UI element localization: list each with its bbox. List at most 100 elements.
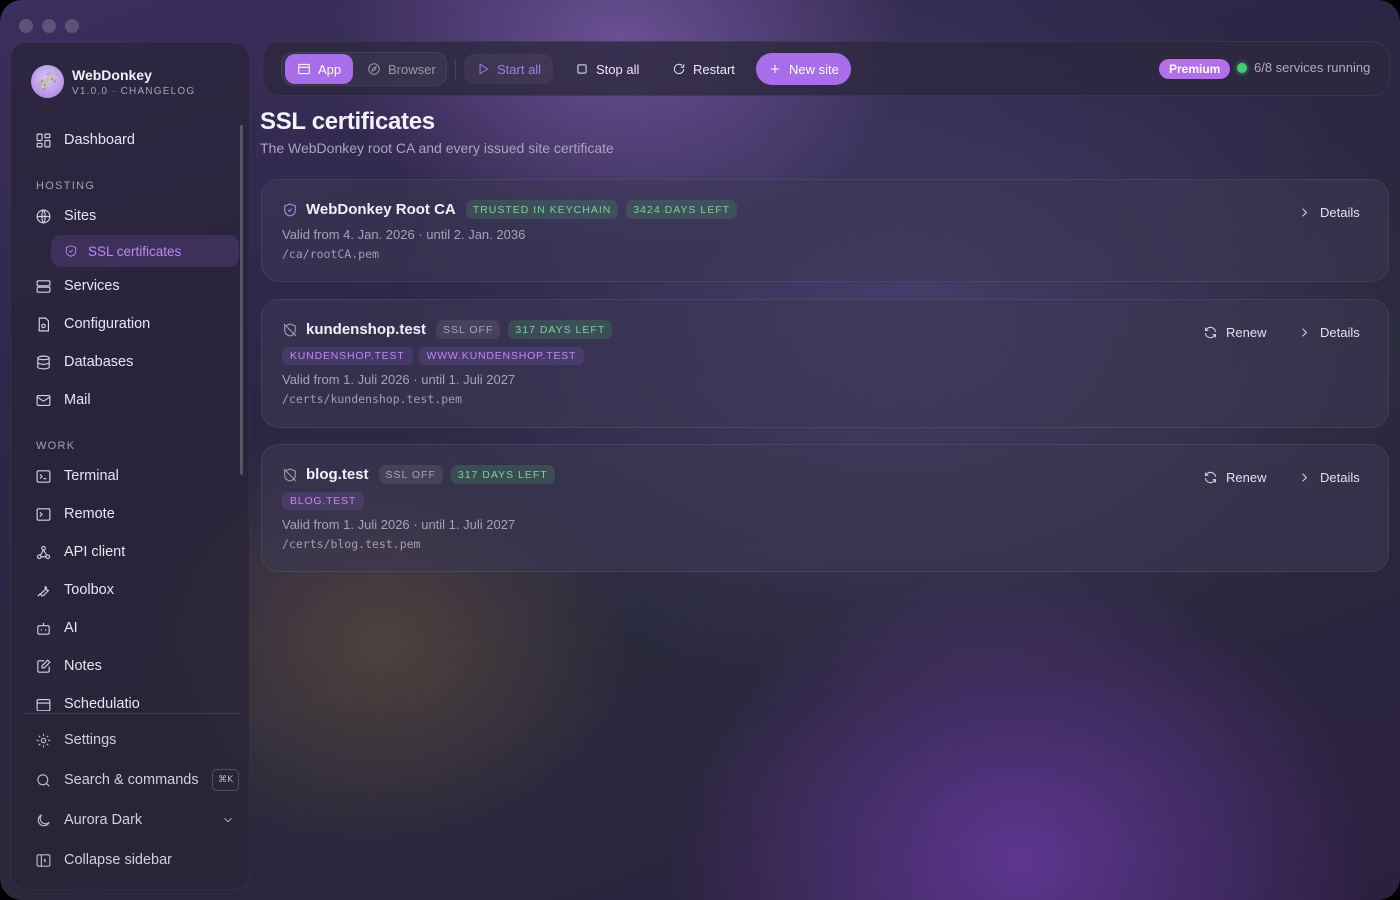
details-button[interactable]: Details bbox=[1297, 205, 1360, 220]
chevron-right-icon bbox=[1302, 328, 1308, 337]
cert-header: WebDonkey Root CA TRUSTED IN KEYCHAIN 34… bbox=[282, 200, 738, 219]
settings-button[interactable]: Settings bbox=[25, 720, 239, 760]
status-dot-icon bbox=[1237, 62, 1247, 73]
sidebar-item-databases[interactable]: Databases bbox=[25, 343, 239, 381]
sidebar-item-label: Remote bbox=[64, 506, 115, 522]
days-left-badge: 317 DAYS LEFT bbox=[450, 465, 555, 484]
details-button[interactable]: Details bbox=[1297, 325, 1360, 340]
theme-label: Aurora Dark bbox=[64, 812, 143, 828]
dashboard-icon bbox=[36, 133, 51, 147]
search-label: Search & commands bbox=[64, 772, 199, 788]
services-status-label: 6/8 services running bbox=[1254, 60, 1371, 75]
rotate-icon bbox=[673, 63, 685, 75]
collapse-sidebar-button[interactable]: Collapse sidebar bbox=[25, 840, 239, 880]
section-label-work: WORK bbox=[36, 440, 76, 452]
sidebar-nav: Dashboard HOSTING Sites SSL certificates… bbox=[25, 121, 239, 711]
cert-name: kundenshop.test bbox=[306, 321, 427, 338]
restart-button[interactable]: Restart bbox=[660, 54, 747, 84]
stop-all-button[interactable]: Stop all bbox=[563, 54, 651, 84]
settings-label: Settings bbox=[64, 732, 117, 748]
sidebar-item-label: API client bbox=[64, 544, 126, 560]
globe-icon bbox=[36, 209, 51, 223]
bot-icon bbox=[37, 622, 50, 635]
remote-terminal-icon bbox=[36, 507, 51, 521]
details-label: Details bbox=[1320, 325, 1360, 340]
services-status[interactable]: 6/8 services running bbox=[1237, 60, 1370, 75]
ssl-status-badge: SSL OFF bbox=[436, 320, 501, 339]
moon-icon bbox=[37, 813, 50, 826]
cert-validity: Valid from 4. Jan. 2026 · until 2. Jan. … bbox=[282, 227, 526, 242]
sidebar-item-api-client[interactable]: API client bbox=[25, 533, 239, 571]
plus-icon bbox=[770, 64, 780, 74]
days-left-badge: 3424 DAYS LEFT bbox=[626, 200, 738, 219]
app-window-icon bbox=[298, 63, 310, 75]
brand[interactable]: 🫏 WebDonkey V1.0.0 · CHANGELOG bbox=[31, 65, 195, 98]
server-icon bbox=[36, 279, 51, 293]
gear-icon bbox=[36, 733, 51, 747]
refresh-icon bbox=[1204, 471, 1217, 484]
sidebar-item-partially-hidden[interactable]: Schedulatio bbox=[25, 685, 239, 711]
details-label: Details bbox=[1320, 205, 1360, 220]
mail-icon bbox=[36, 394, 51, 406]
renew-button[interactable]: Renew bbox=[1203, 325, 1266, 340]
cert-path: /certs/blog.test.pem bbox=[282, 537, 421, 551]
sidebar-item-sites[interactable]: Sites bbox=[25, 197, 239, 235]
sidebar-item-toolbox[interactable]: Toolbox bbox=[25, 571, 239, 609]
sidebar-item-remote[interactable]: Remote bbox=[25, 495, 239, 533]
sidebar-item-configuration[interactable]: Configuration bbox=[25, 305, 239, 343]
sidebar-footer: Settings Search & commands ⌘K Aurora Dar… bbox=[25, 720, 239, 880]
sidebar-item-label: Sites bbox=[64, 208, 97, 224]
close-window-button[interactable] bbox=[19, 19, 33, 33]
page-subtitle: The WebDonkey root CA and every issued s… bbox=[260, 140, 614, 156]
search-commands-button[interactable]: Search & commands ⌘K bbox=[25, 760, 239, 800]
sidebar-item-mail[interactable]: Mail bbox=[25, 381, 239, 419]
sidebar-item-services[interactable]: Services bbox=[25, 267, 239, 305]
cert-validity: Valid from 1. Juli 2026 · until 1. Juli … bbox=[282, 517, 516, 532]
sidebar: 🫏 WebDonkey V1.0.0 · CHANGELOG Dashboard… bbox=[10, 42, 250, 890]
shortcut-badge: ⌘K bbox=[212, 769, 239, 791]
sidebar-item-label: SSL certificates bbox=[88, 243, 182, 259]
sidebar-item-dashboard[interactable]: Dashboard bbox=[25, 121, 239, 159]
shield-check-icon bbox=[284, 202, 296, 217]
webhook-icon bbox=[36, 545, 51, 559]
zoom-window-button[interactable] bbox=[65, 19, 79, 33]
notebook-pen-icon bbox=[37, 658, 51, 673]
sidebar-item-terminal[interactable]: Terminal bbox=[25, 457, 239, 495]
browser-view-button[interactable]: Browser bbox=[355, 54, 448, 84]
version-changelog-link[interactable]: V1.0.0 · CHANGELOG bbox=[72, 86, 195, 97]
renew-button[interactable]: Renew bbox=[1203, 470, 1266, 485]
domain-tag: WWW.KUNDENSHOP.TEST bbox=[418, 347, 585, 365]
cert-path: /certs/kundenshop.test.pem bbox=[282, 392, 463, 406]
cert-validity: Valid from 1. Juli 2026 · until 1. Juli … bbox=[282, 372, 516, 387]
cert-name: WebDonkey Root CA bbox=[306, 201, 456, 218]
new-site-button[interactable]: New site bbox=[756, 53, 851, 85]
app-window: 🫏 WebDonkey V1.0.0 · CHANGELOG Dashboard… bbox=[0, 0, 1400, 900]
top-toolbar: App Browser Start all Stop all Restart N… bbox=[262, 41, 1390, 96]
details-button[interactable]: Details bbox=[1297, 470, 1360, 485]
sidebar-item-label: Toolbox bbox=[64, 582, 114, 598]
sidebar-item-label: Dashboard bbox=[64, 132, 135, 148]
app-view-label: App bbox=[318, 61, 342, 77]
ssl-status-badge: SSL OFF bbox=[378, 465, 443, 484]
sidebar-item-notes[interactable]: Notes bbox=[25, 647, 239, 685]
renew-label: Renew bbox=[1226, 470, 1267, 485]
stop-all-label: Stop all bbox=[596, 61, 640, 77]
premium-badge[interactable]: Premium bbox=[1159, 59, 1231, 79]
app-view-button[interactable]: App bbox=[285, 54, 354, 84]
terminal-icon bbox=[36, 469, 51, 483]
stop-icon bbox=[577, 64, 587, 74]
start-all-button[interactable]: Start all bbox=[464, 54, 554, 84]
minimize-window-button[interactable] bbox=[42, 19, 56, 33]
sidebar-item-ai[interactable]: AI bbox=[25, 609, 239, 647]
app-name: WebDonkey bbox=[72, 66, 152, 83]
sidebar-item-label: Databases bbox=[64, 354, 134, 370]
theme-select[interactable]: Aurora Dark bbox=[25, 800, 239, 840]
sidebar-divider bbox=[25, 713, 239, 714]
shield-off-icon bbox=[283, 467, 297, 482]
sidebar-item-ssl-certificates[interactable]: SSL certificates bbox=[51, 235, 239, 267]
sidebar-scrollbar[interactable] bbox=[240, 125, 243, 475]
donkey-logo-icon: 🫏 bbox=[31, 65, 64, 98]
section-label-hosting: HOSTING bbox=[36, 180, 96, 192]
domain-tag: KUNDENSHOP.TEST bbox=[282, 347, 413, 365]
database-icon bbox=[37, 355, 50, 369]
